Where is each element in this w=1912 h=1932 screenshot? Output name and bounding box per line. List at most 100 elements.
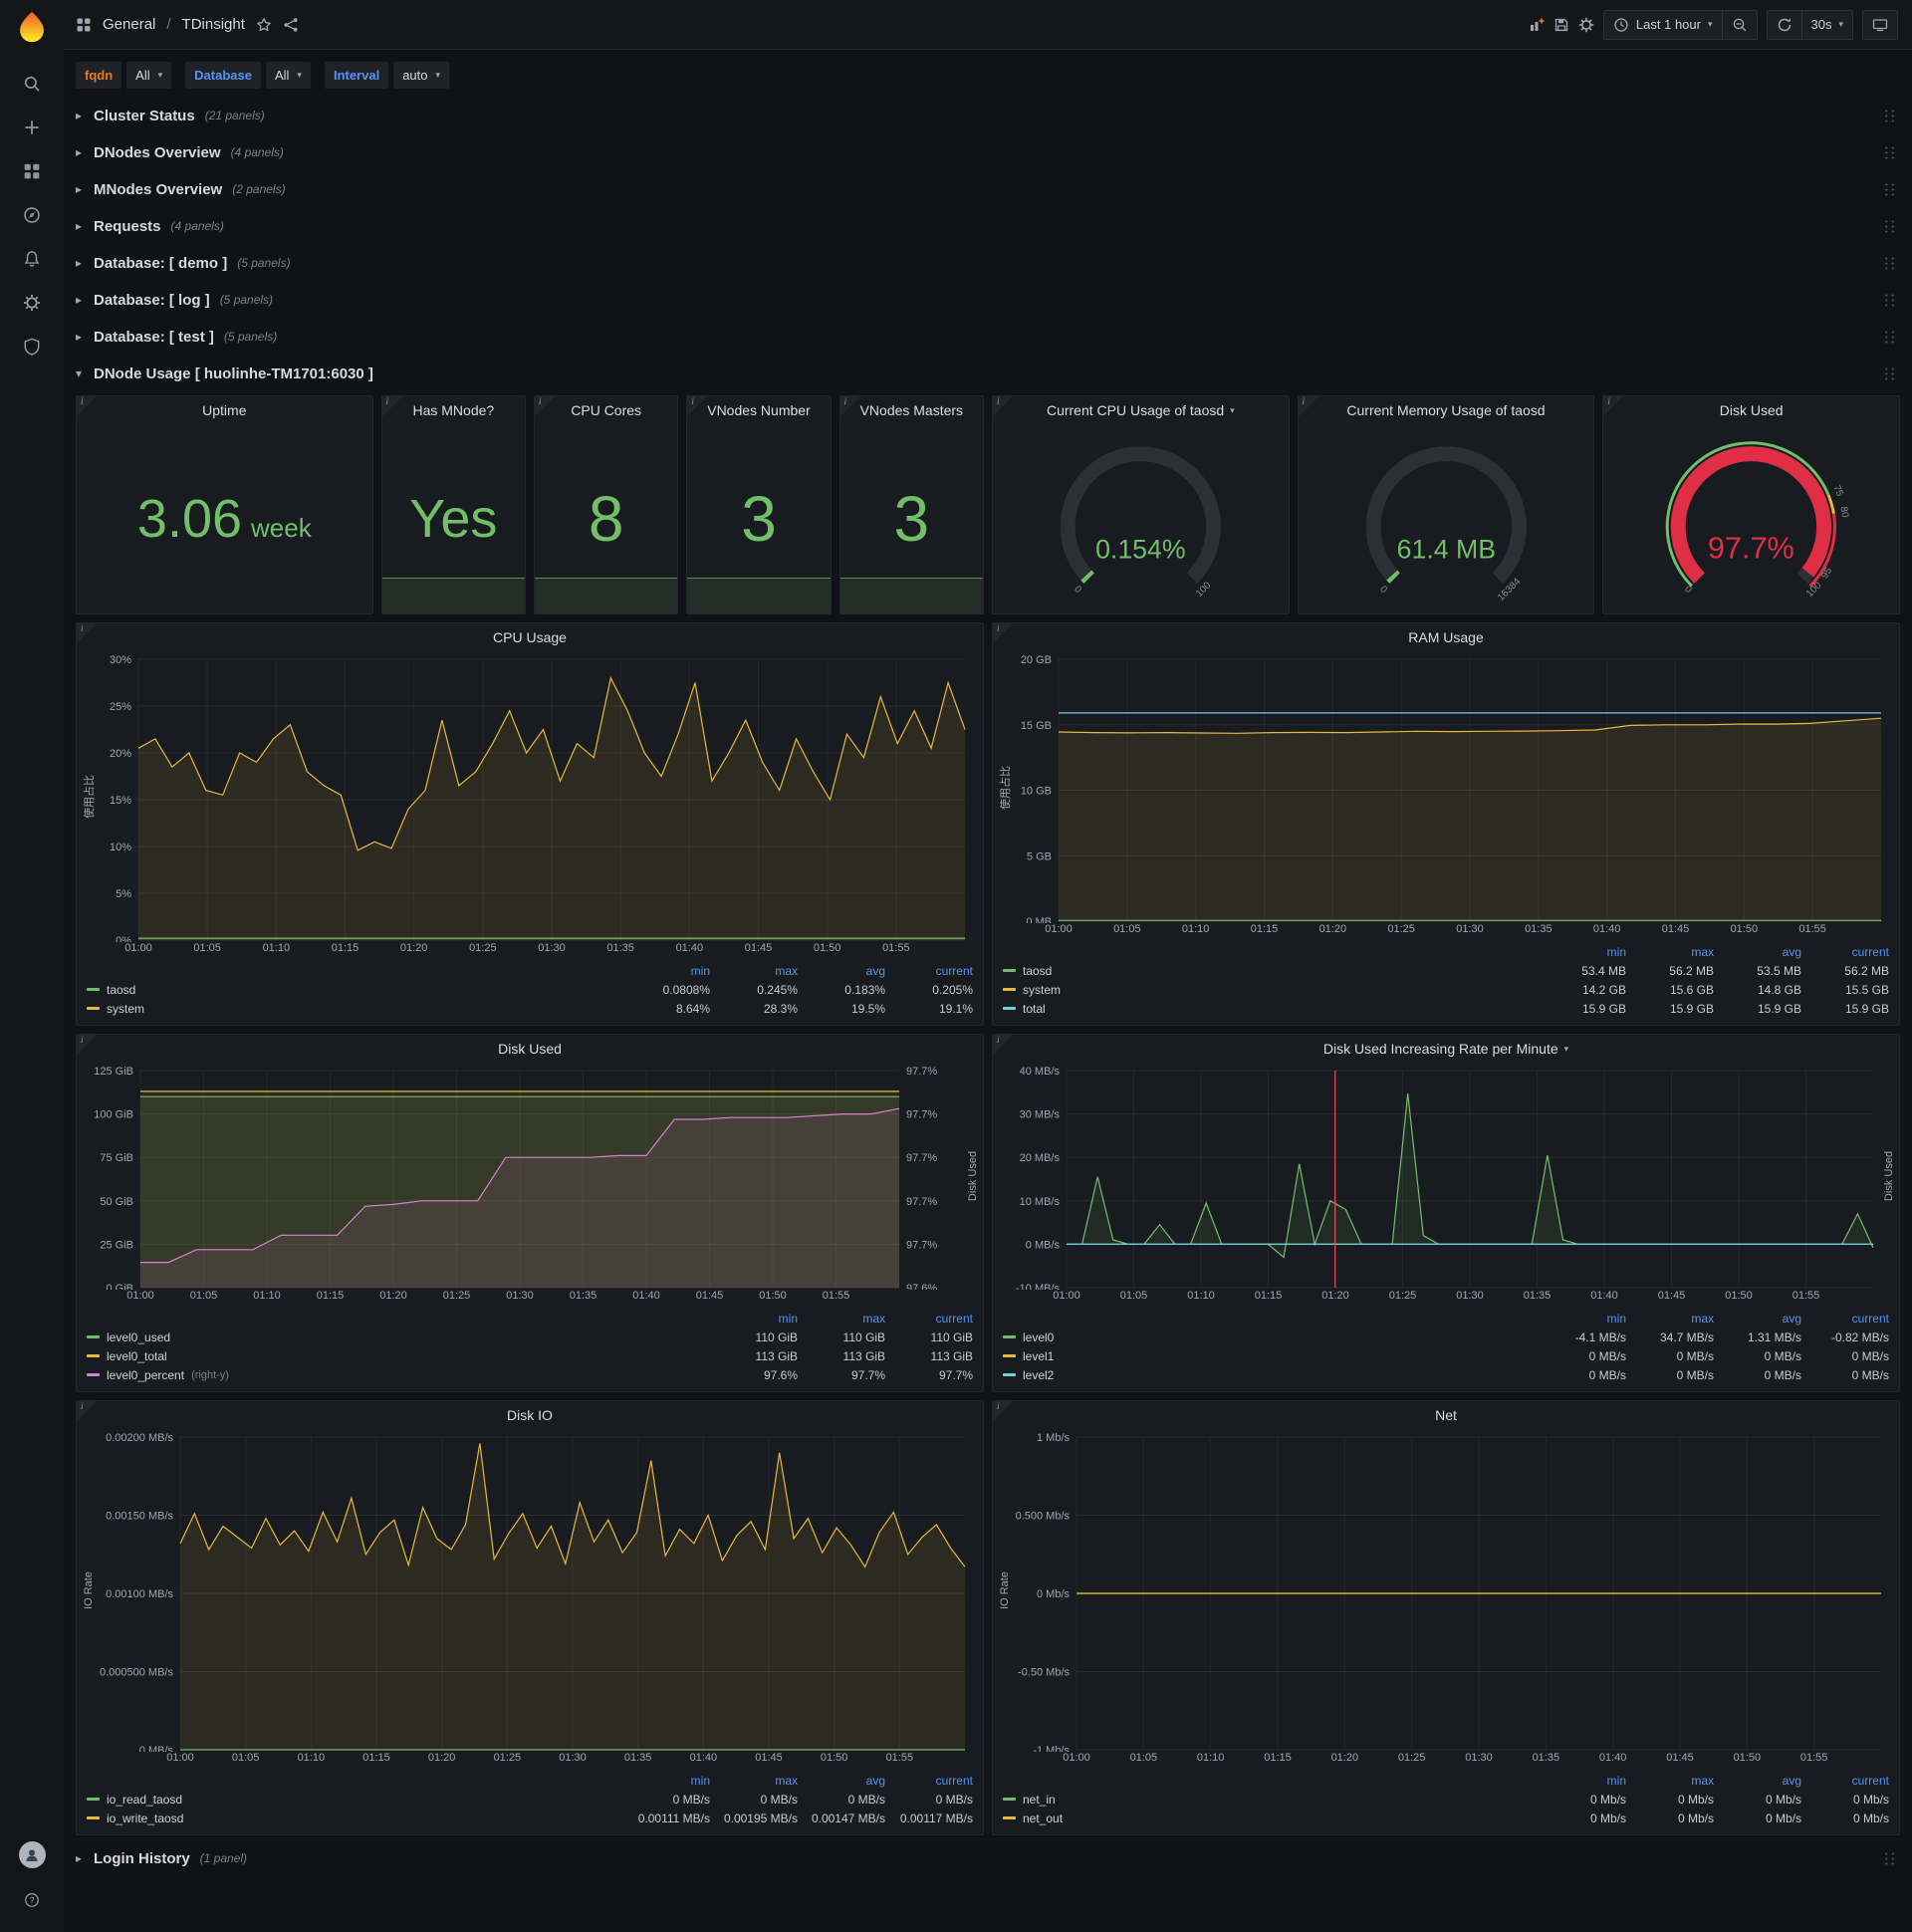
legend-column-header[interactable]: current (885, 964, 973, 978)
row-header-login-history[interactable]: ▸ Login History (1 panel) (76, 1843, 1900, 1873)
panel-title[interactable]: Disk Used Increasing Rate per Minute ▾ (993, 1035, 1899, 1063)
variable-value-dropdown[interactable]: All ▾ (126, 62, 172, 89)
panel-info-icon[interactable]: i (993, 1401, 1013, 1421)
panel-title[interactable]: CPU Cores (535, 396, 677, 424)
refresh-interval-picker[interactable]: 30s ▾ (1800, 9, 1853, 40)
legend-column-header[interactable]: max (710, 1774, 798, 1788)
row-header-mnodes-overview[interactable]: ▸ MNodes Overview (2 panels) (76, 174, 1900, 204)
panel-title[interactable]: VNodes Number (687, 396, 830, 424)
panel-info-icon[interactable]: i (992, 396, 1013, 416)
panel-title[interactable]: Disk Used (1603, 396, 1899, 424)
legend-column-header[interactable]: min (622, 1774, 710, 1788)
row-drag-handle[interactable] (1883, 144, 1896, 160)
row-drag-handle[interactable] (1883, 1850, 1896, 1866)
legend-series-toggle[interactable]: total (1003, 1002, 1539, 1016)
legend-series-toggle[interactable]: level0_used (87, 1330, 710, 1344)
panel-info-icon[interactable]: i (839, 396, 860, 416)
legend-column-header[interactable]: max (798, 1312, 885, 1326)
panel-title[interactable]: Disk IO (77, 1401, 983, 1429)
legend-series-toggle[interactable]: level0 (1003, 1330, 1539, 1344)
legend-series-toggle[interactable]: io_write_taosd (87, 1811, 622, 1825)
sidebar-item-configuration[interactable] (12, 287, 52, 319)
panel-info-icon[interactable]: i (77, 1035, 97, 1055)
row-drag-handle[interactable] (1883, 329, 1896, 345)
row-header-dnode-usage[interactable]: ▾ DNode Usage [ huolinhe-TM1701:6030 ] (76, 359, 1900, 388)
sidebar-item-server-admin[interactable] (12, 331, 52, 362)
panel-info-icon[interactable]: i (77, 396, 97, 416)
legend-column-header[interactable]: min (1539, 945, 1626, 959)
chart-plot-area[interactable]: 0% 5% 10% 15% 20% 25% 30% 使用占比 (77, 651, 983, 942)
legend-series-toggle[interactable]: level2 (1003, 1368, 1539, 1382)
refresh-button[interactable] (1766, 9, 1802, 40)
row-drag-handle[interactable] (1883, 365, 1896, 381)
row-header-cluster-status[interactable]: ▸ Cluster Status (21 panels) (76, 101, 1900, 130)
legend-series-toggle[interactable]: net_out (1003, 1811, 1539, 1825)
breadcrumb-page[interactable]: TDinsight (182, 16, 245, 33)
legend-column-header[interactable]: max (1626, 1312, 1714, 1326)
panel-title[interactable]: VNodes Masters (840, 396, 983, 424)
legend-column-header[interactable]: min (622, 964, 710, 978)
legend-column-header[interactable]: min (1539, 1774, 1626, 1788)
legend-column-header[interactable]: current (1801, 1774, 1889, 1788)
row-header-dnodes-overview[interactable]: ▸ DNodes Overview (4 panels) (76, 137, 1900, 167)
legend-column-header[interactable]: avg (1714, 945, 1801, 959)
panel-title[interactable]: Has MNode? (382, 396, 525, 424)
legend-series-toggle[interactable]: net_in (1003, 1793, 1539, 1807)
legend-column-header[interactable]: current (1801, 1312, 1889, 1326)
legend-series-toggle[interactable]: system (87, 1002, 622, 1016)
panel-info-icon[interactable]: i (381, 396, 402, 416)
dashboard-settings-icon[interactable] (1578, 17, 1594, 33)
time-range-picker[interactable]: Last 1 hour ▾ (1602, 9, 1723, 40)
sidebar-item-alerting[interactable] (12, 243, 52, 275)
legend-series-toggle[interactable]: io_read_taosd (87, 1793, 622, 1807)
panel-info-icon[interactable]: i (993, 1035, 1013, 1055)
help-icon[interactable]: ? (12, 1884, 52, 1916)
legend-column-header[interactable]: max (1626, 1774, 1714, 1788)
panel-title[interactable]: Current Memory Usage of taosd (1299, 396, 1594, 424)
row-drag-handle[interactable] (1883, 181, 1896, 197)
breadcrumb-section[interactable]: General (103, 16, 155, 33)
panel-title[interactable]: Uptime (77, 396, 372, 424)
panel-title[interactable]: CPU Usage (77, 623, 983, 651)
legend-column-header[interactable]: avg (1714, 1774, 1801, 1788)
save-dashboard-icon[interactable] (1554, 17, 1569, 33)
legend-column-header[interactable]: max (1626, 945, 1714, 959)
chart-plot-area[interactable]: -1 Mb/s -0.50 Mb/s 0 Mb/s 0.500 Mb/s 1 Mb/s I… (993, 1429, 1899, 1752)
variable-value-dropdown[interactable]: auto ▾ (393, 62, 450, 89)
grafana-logo[interactable] (15, 10, 49, 44)
panel-info-icon[interactable]: i (534, 396, 555, 416)
legend-series-toggle[interactable]: taosd (1003, 964, 1539, 978)
sidebar-item-dashboards[interactable] (12, 155, 52, 187)
legend-column-header[interactable]: min (710, 1312, 798, 1326)
row-header-database-log[interactable]: ▸ Database: [ log ] (5 panels) (76, 285, 1900, 315)
cycle-view-button[interactable] (1862, 9, 1898, 40)
panel-title[interactable]: RAM Usage (993, 623, 1899, 651)
sidebar-item-search[interactable] (12, 68, 52, 100)
panel-info-icon[interactable]: i (993, 623, 1013, 643)
legend-column-header[interactable]: max (710, 964, 798, 978)
panel-title[interactable]: Disk Used (77, 1035, 983, 1063)
sidebar-item-create[interactable] (12, 112, 52, 143)
legend-column-header[interactable]: current (885, 1312, 973, 1326)
panel-info-icon[interactable]: i (1603, 396, 1624, 416)
row-header-requests[interactable]: ▸ Requests (4 panels) (76, 211, 1900, 241)
legend-column-header[interactable]: current (1801, 945, 1889, 959)
legend-series-toggle[interactable]: level0_total (87, 1349, 710, 1363)
chart-plot-area[interactable]: 0 MB 5 GB 10 GB 15 GB 20 GB 使用占比 (993, 651, 1899, 923)
row-drag-handle[interactable] (1883, 218, 1896, 234)
star-icon[interactable] (256, 17, 272, 33)
row-header-database-test[interactable]: ▸ Database: [ test ] (5 panels) (76, 322, 1900, 352)
sidebar-item-explore[interactable] (12, 199, 52, 231)
row-drag-handle[interactable] (1883, 255, 1896, 271)
share-icon[interactable] (283, 17, 299, 33)
chart-plot-area[interactable]: 0 GiB 97.6% 25 GiB 97.7% 50 GiB 97.7% 75 GiB 97… (77, 1063, 983, 1290)
panel-title[interactable]: Current CPU Usage of taosd ▾ (993, 396, 1289, 424)
legend-series-toggle[interactable]: system (1003, 983, 1539, 997)
panel-info-icon[interactable]: i (687, 396, 708, 416)
chart-plot-area[interactable]: 0 MB/s 0.000500 MB/s 0.00100 MB/s 0.00150 M… (77, 1429, 983, 1752)
legend-series-toggle[interactable]: level1 (1003, 1349, 1539, 1363)
panel-info-icon[interactable]: i (77, 623, 97, 643)
legend-series-toggle[interactable]: taosd (87, 983, 622, 997)
legend-column-header[interactable]: avg (798, 964, 885, 978)
chart-plot-area[interactable]: -10 MB/s 0 MB/s 10 MB/s 20 MB/s 30 MB/s 40 MB… (993, 1063, 1899, 1290)
